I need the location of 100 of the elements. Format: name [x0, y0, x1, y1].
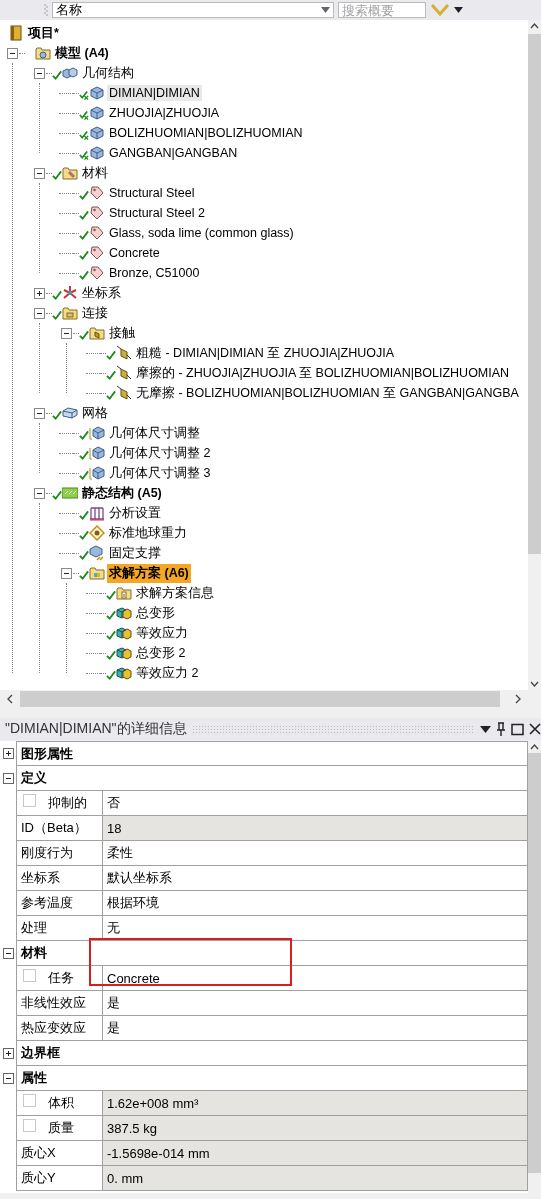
- expander-toggle[interactable]: [33, 407, 45, 419]
- property-value[interactable]: 根据环境: [103, 891, 528, 916]
- expander-toggle[interactable]: [33, 167, 45, 179]
- tree-item[interactable]: 几何体尺寸调整 3: [107, 463, 213, 483]
- tree-item[interactable]: 求解方案信息: [134, 583, 216, 603]
- tree-item[interactable]: 分析设置: [107, 503, 163, 523]
- tree-item[interactable]: 材料: [80, 163, 110, 183]
- checkbox[interactable]: [23, 969, 36, 982]
- property-value[interactable]: 否: [103, 791, 528, 816]
- check-icon: [79, 150, 89, 161]
- tree-item[interactable]: 无摩擦 - BOLIZHUOMIAN|BOLIZHUOMIAN 至 GANGBAN|GANGBA: [134, 383, 521, 403]
- tree-item[interactable]: 总变形 2: [134, 643, 188, 663]
- tree-item[interactable]: DIMIAN|DIMIAN: [107, 85, 202, 101]
- check-icon: [79, 470, 89, 481]
- vertical-scrollbar[interactable]: [528, 20, 541, 690]
- expander-toggle[interactable]: [33, 67, 45, 79]
- close-icon[interactable]: [529, 723, 541, 735]
- tree-item[interactable]: 摩擦的 - ZHUOJIA|ZHUOJIA 至 BOLIZHUOMIAN|BOLIZHUOMIAN: [134, 363, 512, 383]
- property-value: 0. mm: [103, 1166, 528, 1191]
- tree-item[interactable]: 几何结构: [80, 63, 136, 83]
- cube-icon: [89, 105, 105, 121]
- tree-item[interactable]: 固定支撑: [107, 543, 163, 563]
- tree-item[interactable]: Concrete: [107, 245, 162, 261]
- category-header[interactable]: 定义: [16, 766, 528, 791]
- expander-toggle[interactable]: [2, 748, 14, 759]
- tree-item[interactable]: Structural Steel 2: [107, 205, 207, 221]
- tree-item[interactable]: ZHUOJIA|ZHUOJIA: [107, 105, 222, 121]
- cubes-icon: [116, 625, 132, 641]
- tree-item[interactable]: Bronze, C51000: [107, 265, 202, 281]
- tree-item[interactable]: 粗糙 - DIMIAN|DIMIAN 至 ZHUOJIA|ZHUOJIA: [134, 343, 396, 363]
- property-value[interactable]: 是: [103, 1016, 528, 1041]
- expander-toggle[interactable]: [33, 287, 45, 299]
- category-header[interactable]: 属性: [16, 1066, 528, 1091]
- category-header[interactable]: 材料: [16, 941, 528, 966]
- tree-item[interactable]: 坐标系: [80, 283, 123, 303]
- tree-item[interactable]: 网格: [80, 403, 110, 423]
- expander-toggle[interactable]: [33, 307, 45, 319]
- folder-icon: [62, 305, 78, 321]
- tree-item[interactable]: BOLIZHUOMIAN|BOLIZHUOMIAN: [107, 125, 305, 141]
- caret-icon[interactable]: [480, 725, 491, 733]
- folder-icon: [62, 165, 78, 181]
- tree-item[interactable]: 几何体尺寸调整: [107, 423, 202, 443]
- pin-icon[interactable]: [496, 722, 506, 736]
- category-header[interactable]: 边界框: [16, 1041, 528, 1066]
- checkbox[interactable]: [23, 794, 36, 807]
- tree-item[interactable]: 标准地球重力: [107, 523, 189, 543]
- scrollbar-thumb[interactable]: [528, 34, 541, 554]
- tree-item[interactable]: 项目*: [26, 23, 61, 43]
- check-icon: [52, 310, 62, 321]
- tree-item[interactable]: 模型 (A4): [53, 43, 111, 63]
- category-header[interactable]: 图形属性: [16, 741, 528, 766]
- tree-item[interactable]: GANGBAN|GANGBAN: [107, 145, 240, 161]
- maximize-icon[interactable]: [511, 722, 524, 736]
- property-value[interactable]: 柔性: [103, 841, 528, 866]
- analysis-icon: [62, 485, 78, 501]
- expander-toggle[interactable]: [6, 47, 18, 59]
- expander-toggle[interactable]: [60, 327, 72, 339]
- tree-item[interactable]: 静态结构 (A5): [80, 483, 164, 503]
- check-icon: [106, 370, 116, 381]
- tree-item[interactable]: 接触: [107, 323, 137, 343]
- cube-icon: [89, 465, 105, 481]
- tree-item[interactable]: 等效应力: [134, 623, 190, 643]
- cubes-icon: [116, 645, 132, 661]
- property-label: 体积: [48, 1094, 74, 1112]
- tree-item[interactable]: Structural Steel: [107, 185, 197, 201]
- scrollbar-thumb[interactable]: [20, 691, 500, 707]
- property-value: 1.62e+008 mm³: [103, 1091, 528, 1116]
- search-field[interactable]: 搜索概要: [338, 2, 426, 18]
- tree-item[interactable]: 连接: [80, 303, 110, 323]
- expander-toggle[interactable]: [2, 1073, 14, 1084]
- expander-toggle[interactable]: [33, 487, 45, 499]
- expander-toggle[interactable]: [2, 773, 14, 784]
- block-icon: [62, 405, 78, 421]
- expander-toggle[interactable]: [2, 948, 14, 959]
- check-icon: [52, 290, 62, 301]
- sort-dropdown[interactable]: 名称: [52, 2, 334, 18]
- tree-item[interactable]: 总变形: [134, 603, 177, 623]
- property-value[interactable]: Concrete: [103, 966, 528, 991]
- grip-icon[interactable]: [44, 3, 48, 17]
- tree-item[interactable]: 等效应力 2: [134, 663, 201, 683]
- check-icon: [79, 510, 89, 521]
- check-icon: [79, 570, 89, 581]
- property-value[interactable]: 默认坐标系: [103, 866, 528, 891]
- property-label: 质心X: [21, 1144, 56, 1162]
- caret-icon[interactable]: [454, 7, 463, 13]
- property-value[interactable]: 无: [103, 916, 528, 941]
- checkbox[interactable]: [23, 1119, 36, 1132]
- expander-toggle[interactable]: [2, 1048, 14, 1059]
- tag-icon: [89, 185, 105, 201]
- expander-toggle[interactable]: [60, 567, 72, 579]
- folder-icon: [89, 565, 105, 581]
- checkbox[interactable]: [23, 1094, 36, 1107]
- property-label: 任务: [48, 969, 74, 987]
- property-label: 刚度行为: [21, 844, 73, 862]
- tree-item[interactable]: 几何体尺寸调整 2: [107, 443, 213, 463]
- tree-item[interactable]: 求解方案 (A6): [107, 563, 191, 583]
- tree-item[interactable]: Glass, soda lime (common glass): [107, 225, 296, 241]
- check-icon: [79, 550, 89, 561]
- check-icon: [52, 410, 62, 421]
- property-value[interactable]: 是: [103, 991, 528, 1016]
